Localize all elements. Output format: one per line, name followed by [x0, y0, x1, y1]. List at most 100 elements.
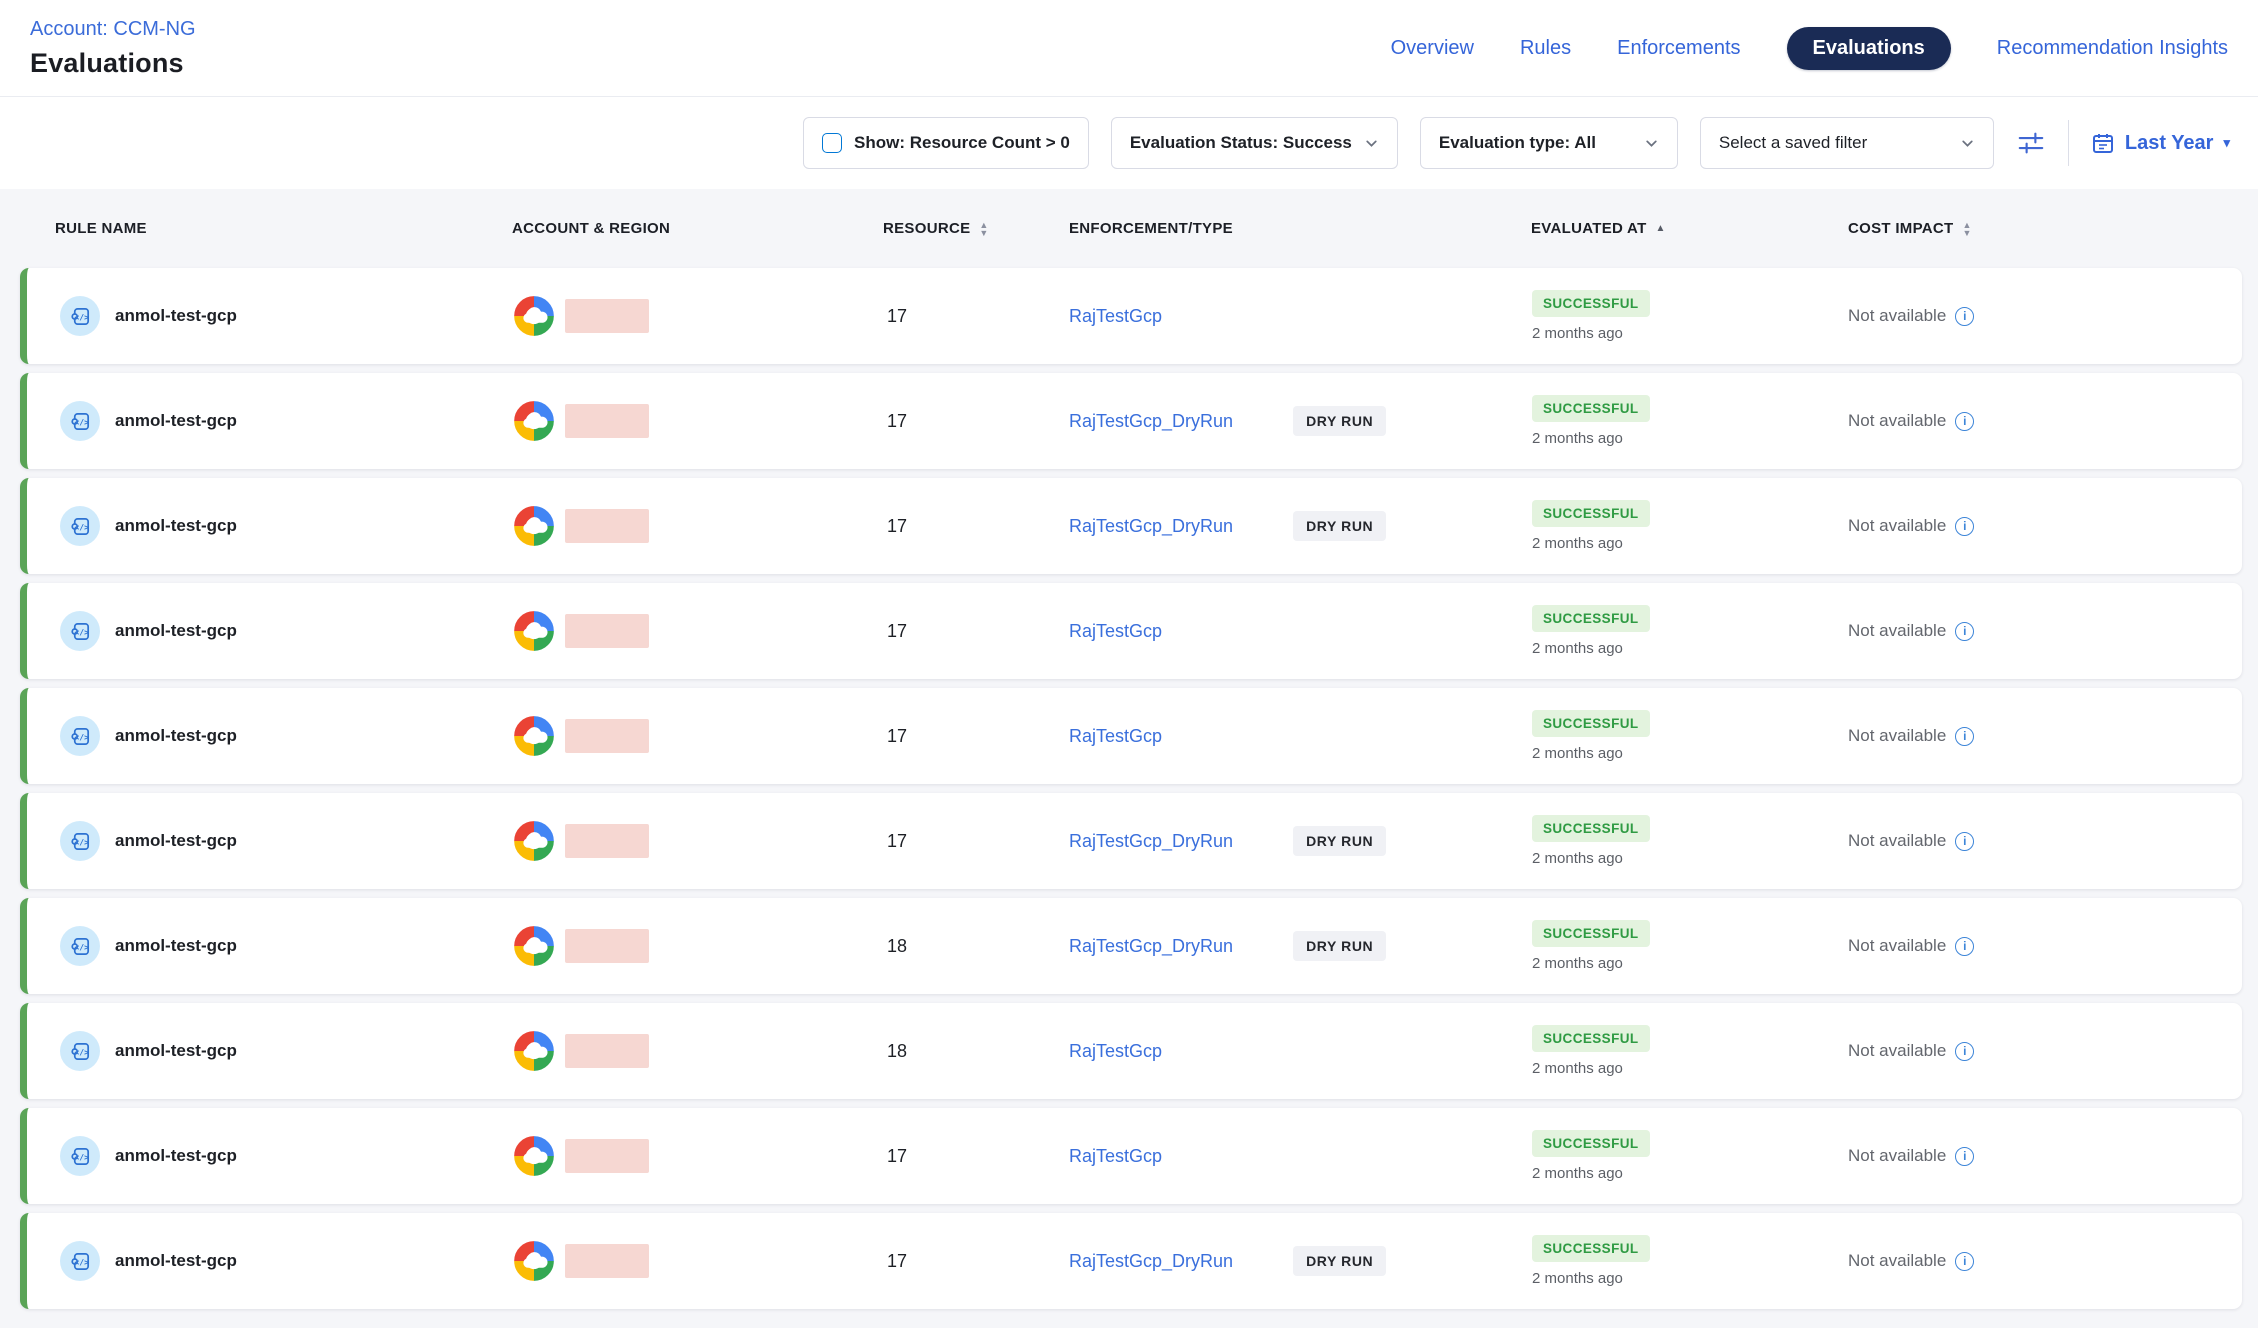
- enforcement-cell: RajTestGcp: [1045, 1041, 1520, 1062]
- table-row[interactable]: </> anmol-test-gcp 18 RajTestGcp_DryRun: [20, 898, 2242, 994]
- rule-avatar: </>: [60, 1241, 100, 1281]
- evaluated-time: 2 months ago: [1532, 640, 1838, 657]
- column-header-enforcement-type: ENFORCEMENT/TYPE: [1045, 220, 1520, 237]
- nav-tab-overview[interactable]: Overview: [1391, 37, 1474, 60]
- redacted-account-id: [565, 719, 649, 753]
- resource-count-cell: 17: [875, 1251, 1045, 1272]
- enforcement-link[interactable]: RajTestGcp_DryRun: [1069, 936, 1233, 957]
- info-icon[interactable]: i: [1955, 517, 1974, 536]
- enforcement-link[interactable]: RajTestGcp: [1069, 1041, 1162, 1062]
- rule-avatar: </>: [60, 716, 100, 756]
- cost-impact-cell: Not available i: [1838, 306, 2242, 326]
- nav-tab-evaluations-active[interactable]: Evaluations: [1787, 27, 1951, 70]
- resource-count-checkbox[interactable]: [822, 133, 842, 153]
- info-icon[interactable]: i: [1955, 622, 1974, 641]
- status-badge: SUCCESSFUL: [1532, 290, 1650, 317]
- enforcement-cell: RajTestGcp: [1045, 621, 1520, 642]
- evaluation-status-dropdown-value: Evaluation Status: Success: [1130, 133, 1352, 153]
- enforcement-link[interactable]: RajTestGcp_DryRun: [1069, 831, 1233, 852]
- enforcement-cell: RajTestGcp_DryRun DRY RUN: [1045, 931, 1520, 961]
- resource-count-cell: 18: [875, 936, 1045, 957]
- info-icon[interactable]: i: [1955, 307, 1974, 326]
- saved-filter-dropdown[interactable]: Select a saved filter: [1700, 117, 1994, 169]
- top-nav: Overview Rules Enforcements Evaluations …: [1391, 27, 2228, 70]
- filter-bar: Show: Resource Count > 0 Evaluation Stat…: [0, 97, 2258, 189]
- table-row[interactable]: </> anmol-test-gcp 17 RajTestGcp_DryRun: [20, 373, 2242, 469]
- enforcement-cell: RajTestGcp_DryRun DRY RUN: [1045, 826, 1520, 856]
- table-row[interactable]: </> anmol-test-gcp 17 RajTestGcp: [20, 688, 2242, 784]
- redacted-account-id: [565, 299, 649, 333]
- svg-text:</>: </>: [74, 941, 89, 951]
- rule-name-cell: </> anmol-test-gcp: [27, 1136, 505, 1176]
- resource-count: 17: [887, 516, 907, 536]
- evaluation-status-dropdown[interactable]: Evaluation Status: Success: [1111, 117, 1398, 169]
- table-row[interactable]: </> anmol-test-gcp 17 RajTestGcp_DryRun: [20, 793, 2242, 889]
- evaluated-at-cell: SUCCESSFUL 2 months ago: [1520, 605, 1838, 657]
- saved-filter-dropdown-placeholder: Select a saved filter: [1719, 133, 1867, 153]
- enforcement-link[interactable]: RajTestGcp: [1069, 306, 1162, 327]
- evaluated-time: 2 months ago: [1532, 325, 1838, 342]
- nav-tab-rules[interactable]: Rules: [1520, 37, 1571, 60]
- resource-count-filter-toggle[interactable]: Show: Resource Count > 0: [803, 117, 1089, 169]
- rule-name: anmol-test-gcp: [115, 306, 237, 326]
- info-icon[interactable]: i: [1955, 1042, 1974, 1061]
- dry-run-badge: DRY RUN: [1293, 1246, 1386, 1276]
- enforcement-link[interactable]: RajTestGcp: [1069, 726, 1162, 747]
- info-icon[interactable]: i: [1955, 1252, 1974, 1271]
- enforcement-link[interactable]: RajTestGcp_DryRun: [1069, 516, 1233, 537]
- top-header: Account: CCM-NG Evaluations Overview Rul…: [0, 0, 2258, 97]
- status-badge: SUCCESSFUL: [1532, 1025, 1650, 1052]
- rule-name: anmol-test-gcp: [115, 831, 237, 851]
- account-region-cell: [505, 610, 875, 652]
- cost-impact-value: Not available: [1848, 621, 1946, 641]
- rule-name: anmol-test-gcp: [115, 621, 237, 641]
- evaluation-type-dropdown[interactable]: Evaluation type: All: [1420, 117, 1678, 169]
- table-row[interactable]: </> anmol-test-gcp 17 RajTestGcp_DryRun: [20, 478, 2242, 574]
- account-region-cell: [505, 505, 875, 547]
- sort-icon[interactable]: ▲▼: [979, 221, 988, 237]
- account-breadcrumb-link[interactable]: Account: CCM-NG: [30, 18, 196, 41]
- table-row[interactable]: </> anmol-test-gcp 18 RajTestGcp: [20, 1003, 2242, 1099]
- table-row[interactable]: </> anmol-test-gcp 17 RajTestGcp_DryRun: [20, 1213, 2242, 1309]
- cost-impact-value: Not available: [1848, 306, 1946, 326]
- sort-icon[interactable]: ▲▼: [1963, 221, 1972, 237]
- sort-ascending-icon[interactable]: ▲: [1656, 223, 1666, 234]
- cost-impact-cell: Not available i: [1838, 411, 2242, 431]
- account-region-cell: [505, 925, 875, 967]
- enforcement-link[interactable]: RajTestGcp: [1069, 621, 1162, 642]
- resource-count-cell: 17: [875, 831, 1045, 852]
- rule-avatar: </>: [60, 821, 100, 861]
- table-row[interactable]: </> anmol-test-gcp 17 RajTestGcp: [20, 583, 2242, 679]
- dry-run-badge: DRY RUN: [1293, 826, 1386, 856]
- cost-impact-value: Not available: [1848, 831, 1946, 851]
- nav-tab-enforcements[interactable]: Enforcements: [1617, 37, 1740, 60]
- nav-tab-recommendation-insights[interactable]: Recommendation Insights: [1997, 37, 2228, 60]
- enforcement-link[interactable]: RajTestGcp_DryRun: [1069, 1251, 1233, 1272]
- resource-count-cell: 17: [875, 1146, 1045, 1167]
- info-icon[interactable]: i: [1955, 832, 1974, 851]
- redacted-account-id: [565, 1244, 649, 1278]
- enforcement-link[interactable]: RajTestGcp: [1069, 1146, 1162, 1167]
- rule-name-cell: </> anmol-test-gcp: [27, 716, 505, 756]
- info-icon[interactable]: i: [1955, 412, 1974, 431]
- evaluated-time: 2 months ago: [1532, 955, 1838, 972]
- page-title: Evaluations: [30, 48, 196, 79]
- info-icon[interactable]: i: [1955, 727, 1974, 746]
- svg-text:</>: </>: [74, 1151, 89, 1161]
- rule-name-cell: </> anmol-test-gcp: [27, 611, 505, 651]
- rule-code-icon: </>: [69, 1040, 92, 1063]
- rule-name-cell: </> anmol-test-gcp: [27, 506, 505, 546]
- cost-impact-cell: Not available i: [1838, 621, 2242, 641]
- account-region-cell: [505, 1240, 875, 1282]
- info-icon[interactable]: i: [1955, 937, 1974, 956]
- svg-text:</>: </>: [74, 1256, 89, 1266]
- caret-down-icon: ▾: [2223, 135, 2230, 151]
- rule-code-icon: </>: [69, 1145, 92, 1168]
- evaluation-type-dropdown-value: Evaluation type: All: [1439, 133, 1596, 153]
- filter-settings-button[interactable]: [2016, 128, 2046, 158]
- enforcement-link[interactable]: RajTestGcp_DryRun: [1069, 411, 1233, 432]
- table-row[interactable]: </> anmol-test-gcp 17 RajTestGcp: [20, 1108, 2242, 1204]
- table-row[interactable]: </> anmol-test-gcp 17 RajTestGcp: [20, 268, 2242, 364]
- date-range-picker[interactable]: Last Year ▾: [2091, 131, 2230, 155]
- info-icon[interactable]: i: [1955, 1147, 1974, 1166]
